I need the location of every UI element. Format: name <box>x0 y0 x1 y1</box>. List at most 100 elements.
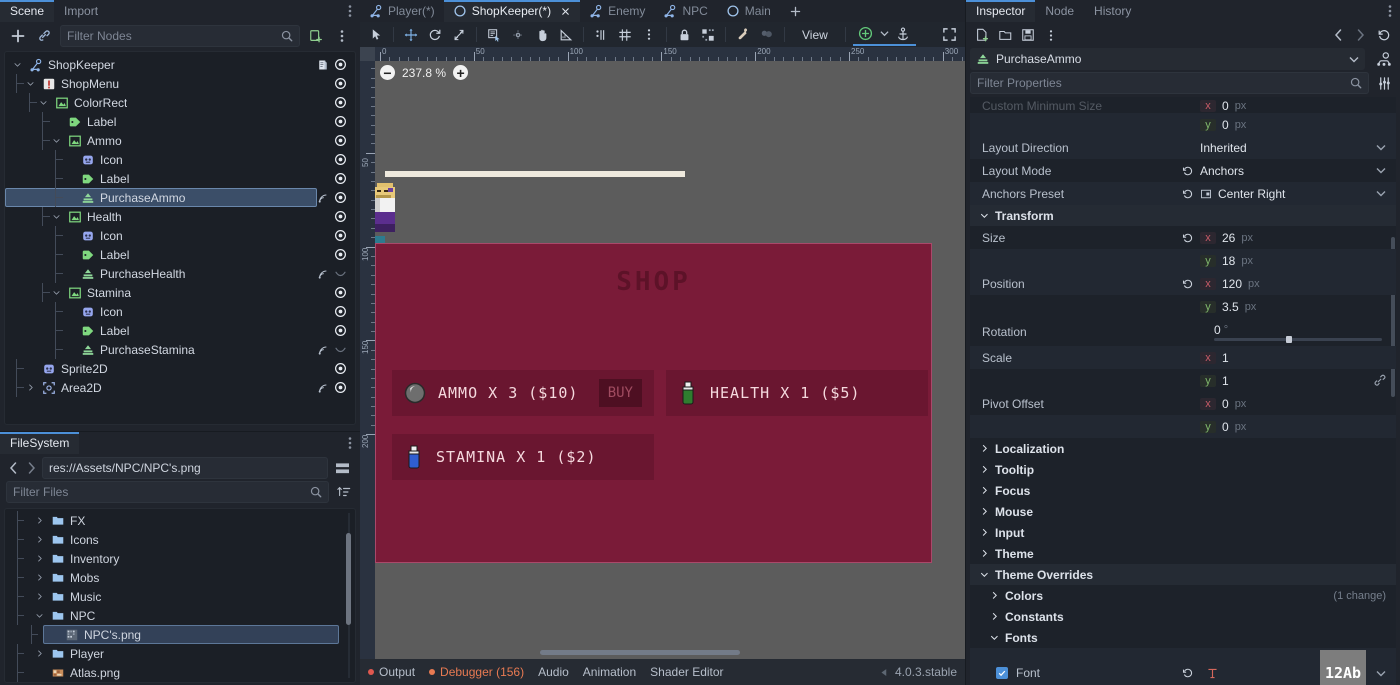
filesystem-item-mobs[interactable]: Mobs <box>5 568 355 587</box>
property-value[interactable]: 0 <box>1222 420 1229 434</box>
property-value[interactable]: 18 <box>1222 254 1235 268</box>
signal-icon[interactable] <box>317 268 329 280</box>
section-caret-icon[interactable] <box>990 612 1000 622</box>
fs-sort-button[interactable] <box>334 482 354 502</box>
property-value[interactable]: 0 <box>1222 118 1229 132</box>
visibility-toggle-icon[interactable] <box>334 210 347 223</box>
inspector-property-list[interactable]: Custom Minimum Size x 0 px y 0 px Layout Direct… <box>970 97 1396 685</box>
scene-tab-shopkeeper[interactable]: ShopKeeper(*) <box>443 0 581 22</box>
inspector-property-size[interactable]: Size x 26 px <box>970 226 1396 249</box>
inspector-property-scale[interactable]: Scale x 1 <box>970 346 1396 369</box>
skeleton-icon[interactable] <box>757 25 777 45</box>
chevron-down-icon[interactable] <box>1376 670 1386 677</box>
script-icon[interactable] <box>317 59 329 71</box>
visibility-toggle-icon[interactable] <box>334 58 347 71</box>
fs-expander[interactable] <box>33 554 46 563</box>
canvas-viewport[interactable]: SHOP AMMO X 3 ($10) BUY HEALTH X 1 ($5) … <box>360 47 965 659</box>
node-expander[interactable] <box>37 98 50 107</box>
inspector-section-themeoverrides[interactable]: Theme Overrides <box>970 564 1396 585</box>
bottom-panel-output[interactable]: Output <box>368 665 415 679</box>
scene-tab-npc[interactable]: NPC <box>654 0 716 22</box>
inspector-property-layoutdirection[interactable]: Layout Direction Inherited <box>970 136 1396 159</box>
link-ratio-icon[interactable] <box>1373 374 1386 387</box>
scene-node-icon[interactable]: Icon <box>5 302 355 321</box>
inspector-property-pivotoffset[interactable]: Pivot Offset x 0 px <box>970 392 1396 415</box>
bone-icon[interactable] <box>733 25 753 45</box>
tab-scene[interactable]: Scene <box>0 0 55 22</box>
fs-path-field[interactable]: res://Assets/NPC/NPC's.png <box>42 457 328 479</box>
expand-icon[interactable] <box>939 25 959 45</box>
open-in-editor-icon[interactable] <box>1374 49 1394 69</box>
font-preview-thumbnail[interactable]: 12Ab <box>1320 650 1366 685</box>
close-icon[interactable] <box>560 6 571 17</box>
signal-icon[interactable] <box>317 344 329 356</box>
slider-knob[interactable] <box>1286 336 1293 343</box>
property-value[interactable]: 0 <box>1222 397 1229 411</box>
section-caret-icon[interactable] <box>980 465 990 475</box>
group-icon[interactable] <box>698 25 718 45</box>
inspector-property-rotation[interactable]: Rotation 0 ° <box>970 318 1396 346</box>
inspector-property-row9[interactable]: y 3.5 px <box>970 295 1396 318</box>
filesystem-tree[interactable]: FX Icons Inventory Mobs Music NPC NPC's.png Pla… <box>4 508 356 683</box>
visibility-toggle-icon[interactable] <box>334 115 347 128</box>
visibility-toggle-icon[interactable] <box>334 96 347 109</box>
chevron-down-icon[interactable] <box>879 24 890 44</box>
filesystem-item-atlaspng[interactable]: Atlas.png <box>5 663 355 682</box>
fs-forward-button[interactable] <box>24 458 38 478</box>
viewport-horizontal-scrollbar[interactable] <box>540 650 740 655</box>
filesystem-panel-menu-button[interactable] <box>340 432 360 454</box>
inspector-property-row1[interactable]: y 0 px <box>970 113 1396 136</box>
zoom-in-button[interactable]: + <box>453 65 469 80</box>
scene-node-colorrect[interactable]: ColorRect <box>5 93 355 112</box>
visibility-toggle-icon[interactable] <box>334 343 347 356</box>
select-tool-icon[interactable] <box>366 25 386 45</box>
create-script-button[interactable] <box>306 26 326 46</box>
property-value[interactable]: 120 <box>1222 277 1242 291</box>
scene-tree-menu-button[interactable] <box>332 26 352 46</box>
fs-expander[interactable] <box>33 516 46 525</box>
scene-node-shopkeeper[interactable]: ShopKeeper <box>5 55 355 74</box>
revert-icon[interactable] <box>1182 188 1194 200</box>
shop-item-ammo[interactable]: AMMO X 3 ($10) BUY <box>392 370 654 416</box>
inspector-section-transform[interactable]: Transform <box>970 205 1396 226</box>
inspector-section-input[interactable]: Input <box>970 522 1396 543</box>
fs-expander[interactable] <box>33 535 46 544</box>
scene-node-label[interactable]: Label <box>5 245 355 264</box>
scene-node-shopmenu[interactable]: ShopMenu <box>5 74 355 93</box>
property-value[interactable]: 3.5 <box>1222 300 1239 314</box>
visibility-toggle-icon[interactable] <box>334 172 347 185</box>
section-caret-icon[interactable] <box>990 591 1000 601</box>
scene-node-icon[interactable]: Icon <box>5 150 355 169</box>
node-expander[interactable] <box>11 60 24 69</box>
chevron-down-icon[interactable] <box>1349 56 1359 63</box>
save-resource-icon[interactable] <box>1018 25 1038 45</box>
bottom-panel-shadereditor[interactable]: Shader Editor <box>650 665 723 679</box>
inspector-back-button[interactable] <box>1330 25 1346 45</box>
visibility-toggle-icon[interactable] <box>334 153 347 166</box>
chevron-down-icon[interactable] <box>1376 190 1386 197</box>
tab-filesystem[interactable]: FileSystem <box>0 432 80 454</box>
bottom-panel-debugger156[interactable]: Debugger (156) <box>429 665 524 679</box>
zoom-out-button[interactable]: − <box>380 65 395 80</box>
property-value[interactable]: Inherited <box>1200 141 1247 155</box>
scene-tab-enemy[interactable]: Enemy <box>580 0 654 22</box>
inspector-panel-menu-button[interactable] <box>1380 0 1400 22</box>
filesystem-item-icons[interactable]: Icons <box>5 530 355 549</box>
filesystem-item-fx[interactable]: FX <box>5 511 355 530</box>
section-caret-icon[interactable] <box>980 507 990 517</box>
buy-button-ammo[interactable]: BUY <box>598 379 642 407</box>
section-caret-icon[interactable] <box>980 528 990 538</box>
move-tool-icon[interactable] <box>401 25 421 45</box>
inspector-property-row7[interactable]: y 18 px <box>970 249 1396 272</box>
visibility-toggle-icon[interactable] <box>334 305 347 318</box>
scene-panel-menu-button[interactable] <box>340 0 360 22</box>
filter-files-input[interactable]: Filter Files <box>6 481 329 503</box>
inspector-section-tooltip[interactable]: Tooltip <box>970 459 1396 480</box>
inspector-section-localization[interactable]: Localization <box>970 438 1396 459</box>
open-resource-icon[interactable] <box>995 25 1015 45</box>
inspector-property-row14[interactable]: y 0 px <box>970 415 1396 438</box>
scene-tab-player[interactable]: Player(*) <box>360 0 444 22</box>
filesystem-item-player[interactable]: Player <box>5 644 355 663</box>
add-node-button[interactable] <box>8 26 28 46</box>
checkbox[interactable] <box>996 667 1008 679</box>
